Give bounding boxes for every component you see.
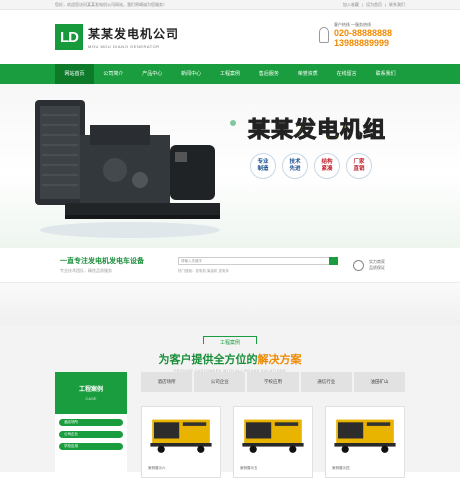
case-card[interactable]: 案例展示六 — [141, 406, 221, 478]
medal-icon — [353, 259, 364, 271]
badge-text: 结构 紧凑 — [321, 159, 333, 172]
hero-banner[interactable]: 某某发电机组 专业 制造 技术 先进 结构 紧凑 厂家 直销 — [0, 84, 460, 248]
hotline-block: 客户热线 一服务热线 020-88888888 13988889999 — [318, 22, 392, 48]
nav-item-about[interactable]: 公司简介 — [94, 64, 133, 84]
company-name-en: MOU MOU DIANJI GENERATOR — [88, 44, 160, 49]
badge-compact: 结构 紧凑 — [314, 153, 340, 179]
tab-company[interactable]: 公司企业 — [194, 372, 246, 392]
cases-tabs: 酒店场所 公司企业 学校应用 通信行业 油田矿山 — [141, 372, 406, 392]
tagline: 一直专注发电机发电车设备 专业技术团队，精良品质服务 — [60, 256, 178, 274]
cases-sidebar: 工程案例 CASE 酒店场所 公司企业 学校应用 — [55, 372, 127, 472]
case-caption: 案例展示五 — [240, 466, 258, 470]
top-links: 加入收藏 | 设为首页 | 联系我们 — [342, 1, 405, 8]
nav-item-message[interactable]: 在线留言 — [327, 64, 366, 84]
logo-text: 某某发电机公司 MOU MOU DIANJI GENERATOR — [88, 25, 179, 49]
sidebar-item-company[interactable]: 公司企业 — [59, 431, 123, 438]
tagline-sub: 专业技术团队，精良品质服务 — [60, 268, 112, 273]
top-link-favorite[interactable]: 加入收藏 — [343, 2, 359, 8]
case-card[interactable]: 案例展示五 — [233, 406, 313, 478]
nav-item-products[interactable]: 产品中心 — [133, 64, 172, 84]
search-button[interactable] — [329, 256, 338, 265]
welcome-text: 您好，欢迎您访问某某发电机公司网站，我们将竭诚为您服务！ — [55, 1, 167, 7]
generator-image — [35, 100, 220, 238]
sidebar-title-en: CASE — [85, 396, 97, 401]
sidebar-item-school[interactable]: 学校应用 — [59, 443, 123, 450]
banner-badges: 专业 制造 技术 先进 结构 紧凑 厂家 直销 — [250, 153, 372, 179]
cases-title-main: 为客户提供全方位的 — [158, 354, 258, 366]
logo-mark[interactable]: LD — [55, 24, 83, 50]
case-cards: 案例展示六 案例展示五 案例展示四 — [141, 406, 405, 478]
search-block: 请输入关键字 热门搜索：发电机 柴油机 发电车 — [178, 256, 338, 274]
cases-content: 酒店场所 公司企业 学校应用 通信行业 油田矿山 案例展示六 案例展示五 案例展… — [141, 372, 406, 478]
badge-text: 厂家 直销 — [353, 159, 365, 172]
top-link-homepage[interactable]: 设为首页 — [366, 2, 382, 8]
cases-header: 工程案例 为客户提供全方位的解决方案 PROVIDE CUSTOMERS WIT… — [0, 325, 460, 373]
tab-telecom[interactable]: 通信行业 — [300, 372, 352, 392]
badge-text: 专业 制造 — [257, 159, 269, 172]
quality-promise: 实力商家 品质保证 — [353, 259, 400, 271]
badge-text: 技术 先进 — [289, 159, 301, 172]
sidebar-header: 工程案例 CASE — [55, 372, 127, 414]
badge-direct-sale: 厂家 直销 — [346, 153, 372, 179]
top-bar: 您好，欢迎您访问某某发电机公司网站，我们将竭诚为您服务！ 加入收藏 | 设为首页 |… — [0, 0, 460, 10]
tagline-main: 一直专注发电机发电车设备 — [60, 258, 144, 265]
sidebar-item-hotel[interactable]: 酒店场所 — [59, 419, 123, 426]
promise-sub: 品质保证 — [369, 265, 385, 270]
top-link-contact[interactable]: 联系我们 — [389, 2, 405, 8]
case-image — [237, 410, 309, 458]
section-spacer — [0, 283, 460, 325]
hotline-number-1: 020-88888888 — [333, 28, 392, 38]
case-caption: 案例展示四 — [332, 466, 350, 470]
search-bar: 一直专注发电机发电车设备 专业技术团队，精良品质服务 请输入关键字 热门搜索：发… — [0, 248, 460, 283]
case-card[interactable]: 案例展示四 — [325, 406, 405, 478]
cases-label: 工程案例 — [202, 336, 257, 346]
banner-title: 某某发电机组 — [247, 117, 387, 143]
tab-school[interactable]: 学校应用 — [247, 372, 299, 392]
main-nav: 网站首页 公司简介 产品中心 新闻中心 工程案例 售后服务 荣誉资质 在线留言 … — [0, 64, 460, 84]
case-image — [145, 410, 217, 458]
sidebar-title: 工程案例 — [78, 387, 103, 393]
cases-section: 工程案例 CASE 酒店场所 公司企业 学校应用 酒店场所 公司企业 学校应用 … — [0, 372, 460, 478]
hotline-number-2: 13988889999 — [333, 38, 389, 48]
phone-icon — [318, 27, 329, 43]
tab-oilfield[interactable]: 油田矿山 — [353, 372, 406, 392]
badge-advanced: 技术 先进 — [282, 153, 308, 179]
tab-hotel[interactable]: 酒店场所 — [141, 372, 193, 392]
search-input[interactable]: 请输入关键字 — [178, 256, 329, 265]
nav-item-home[interactable]: 网站首页 — [55, 64, 94, 84]
decor-dot — [230, 120, 236, 126]
case-image — [329, 410, 401, 458]
nav-item-contact[interactable]: 联系我们 — [366, 64, 405, 84]
hot-keywords: 热门搜索：发电机 柴油机 发电车 — [178, 268, 229, 273]
company-name: 某某发电机公司 — [88, 27, 180, 41]
nav-item-service[interactable]: 售后服务 — [249, 64, 288, 84]
cases-title-highlight: 解决方案 — [257, 354, 302, 366]
badge-professional: 专业 制造 — [250, 153, 276, 179]
nav-item-honors[interactable]: 荣誉资质 — [288, 64, 327, 84]
nav-item-cases[interactable]: 工程案例 — [211, 64, 250, 84]
site-header: LD 某某发电机公司 MOU MOU DIANJI GENERATOR 客户热线… — [0, 10, 460, 64]
nav-item-news[interactable]: 新闻中心 — [172, 64, 211, 84]
case-caption: 案例展示六 — [148, 466, 166, 470]
cases-title: 为客户提供全方位的解决方案 — [0, 351, 460, 367]
cases-subtitle-en: PROVIDE CUSTOMERS WITH ALL ROUND SOLUTIO… — [174, 369, 286, 373]
